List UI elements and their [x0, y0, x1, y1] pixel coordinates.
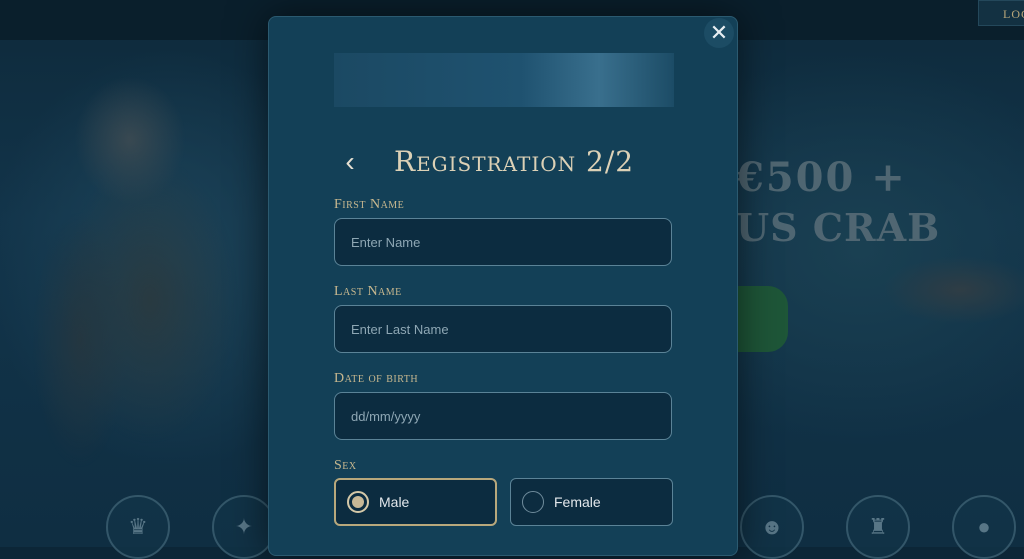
radio-dot — [352, 496, 364, 508]
first-name-label: First Name — [334, 197, 405, 212]
modal-title: Registration 2/2 — [394, 145, 635, 178]
date-of-birth-input[interactable] — [335, 393, 671, 439]
game-category-cup-icon[interactable]: ♜ — [846, 495, 910, 559]
last-name-label: Last Name — [334, 284, 402, 299]
sex-option-male[interactable]: Male — [334, 478, 497, 526]
sex-option-label: Male — [379, 494, 410, 510]
game-category-bomb-icon[interactable]: ● — [952, 495, 1016, 559]
sex-option-female[interactable]: Female — [510, 478, 673, 526]
game-category-mask-icon[interactable]: ☻ — [740, 495, 804, 559]
back-button[interactable]: ‹ — [338, 147, 362, 177]
last-name-field-wrapper — [334, 305, 672, 353]
promo-headline-line2: US CRAB — [736, 205, 941, 250]
modal-banner-image — [334, 53, 674, 107]
last-name-input[interactable] — [335, 306, 671, 352]
game-category-star-icon[interactable]: ✦ — [212, 495, 276, 559]
promo-headline-line1: €500 + — [736, 154, 907, 201]
first-name-field-wrapper — [334, 218, 672, 266]
radio-unchecked-icon — [522, 491, 544, 513]
sex-label: Sex — [334, 458, 357, 473]
promo-cta-button[interactable] — [736, 286, 788, 352]
hero-character-image — [10, 40, 280, 500]
login-button[interactable]: LOGIN — [978, 0, 1024, 26]
radio-checked-icon — [347, 491, 369, 513]
first-name-input[interactable] — [335, 219, 671, 265]
close-icon[interactable]: ✕ — [704, 18, 734, 48]
date-of-birth-label: Date of birth — [334, 371, 419, 386]
sex-option-label: Female — [554, 494, 601, 510]
date-of-birth-field-wrapper — [334, 392, 672, 440]
hero-character-arm-image — [850, 250, 1024, 360]
game-category-crown-icon[interactable]: ♛ — [106, 495, 170, 559]
